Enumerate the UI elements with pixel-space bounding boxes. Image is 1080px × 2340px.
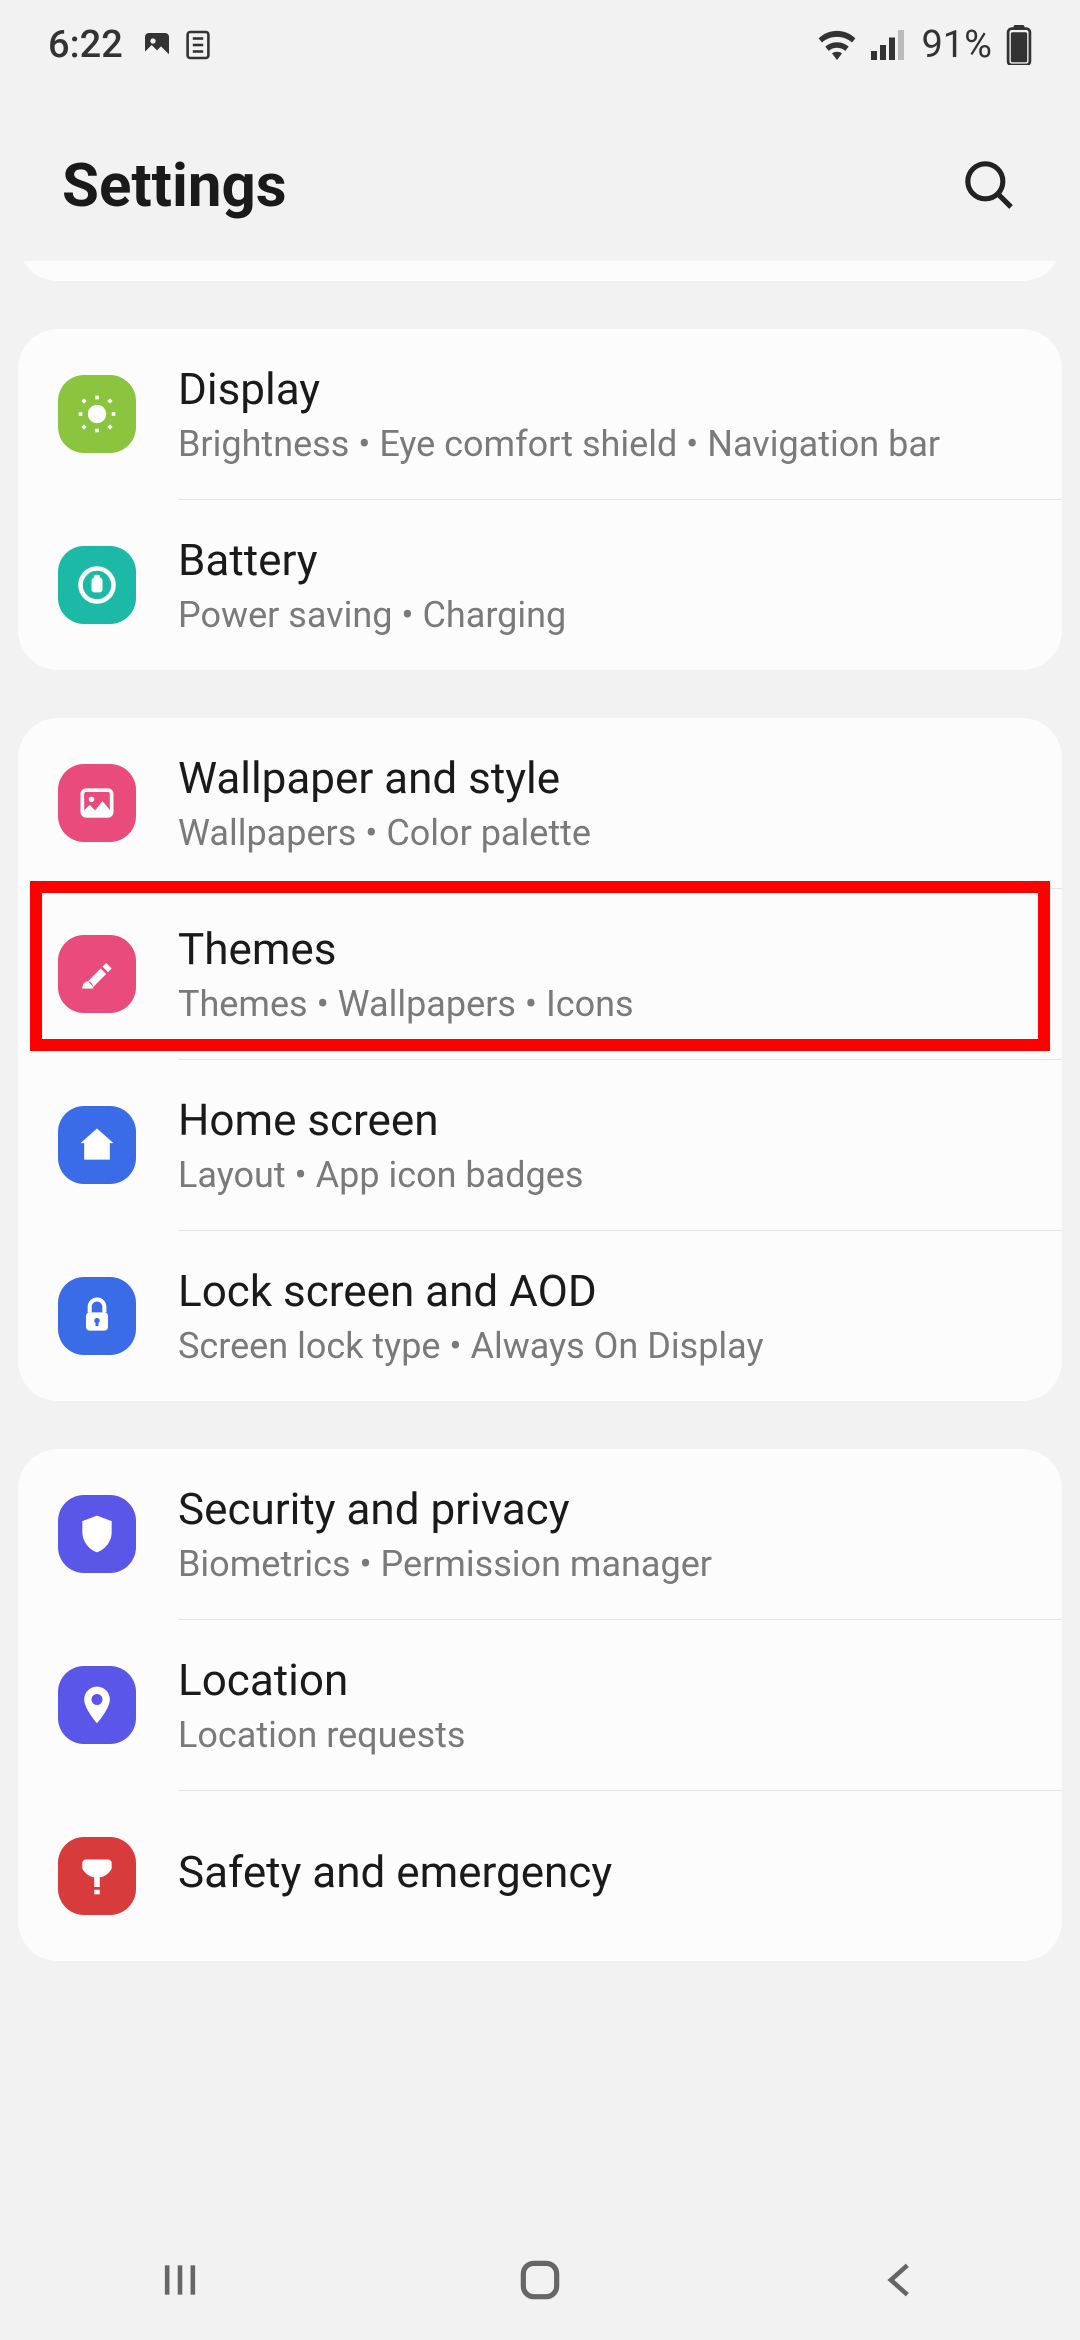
settings-item-themes[interactable]: Themes Themes • Wallpapers • Icons (18, 889, 1062, 1059)
item-subtitle: Screen lock type • Always On Display (178, 1325, 1022, 1367)
home-icon (58, 1106, 136, 1184)
battery-icon (1006, 25, 1032, 65)
item-title: Battery (178, 534, 1022, 586)
item-title: Lock screen and AOD (178, 1265, 1022, 1317)
settings-group: Display Brightness • Eye comfort shield •… (18, 329, 1062, 670)
sun-icon (58, 375, 136, 453)
item-title: Wallpaper and style (178, 752, 1022, 804)
search-icon[interactable] (962, 158, 1018, 214)
phone-icon (58, 1837, 136, 1915)
battery-icon (58, 546, 136, 624)
item-subtitle: Brightness • Eye comfort shield • Naviga… (178, 423, 1022, 465)
settings-item-display[interactable]: Display Brightness • Eye comfort shield •… (18, 329, 1062, 499)
wifi-icon (817, 30, 857, 60)
sim-status-icon (185, 29, 211, 61)
status-bar: 6:22 91% (0, 0, 1080, 90)
home-button[interactable] (510, 2250, 570, 2310)
settings-list[interactable]: NotificationsStatus bar • Do not disturb… (0, 261, 1080, 2211)
page-title: Settings (62, 150, 287, 221)
back-button[interactable] (870, 2250, 930, 2310)
settings-item-lock[interactable]: Lock screen and AOD Screen lock type • Al… (18, 1231, 1062, 1401)
item-subtitle: Location requests (178, 1714, 1022, 1756)
item-title: Themes (178, 923, 1022, 975)
status-time: 6:22 (48, 23, 123, 67)
item-subtitle: Wallpapers • Color palette (178, 812, 1022, 854)
settings-group: Wallpaper and style Wallpapers • Color pa… (18, 718, 1062, 1401)
settings-item-notifications[interactable]: NotificationsStatus bar • Do not disturb (18, 261, 1062, 281)
settings-item-safety[interactable]: Safety and emergency (18, 1791, 1062, 1961)
item-title: Security and privacy (178, 1483, 1022, 1535)
shield-icon (58, 1495, 136, 1573)
item-subtitle: Biometrics • Permission manager (178, 1543, 1022, 1585)
header: Settings (0, 90, 1080, 261)
item-title: Display (178, 363, 1022, 415)
settings-item-wallpaper[interactable]: Wallpaper and style Wallpapers • Color pa… (18, 718, 1062, 888)
settings-item-home[interactable]: Home screen Layout • App icon badges (18, 1060, 1062, 1230)
signal-icon (871, 30, 907, 60)
item-title: Home screen (178, 1094, 1022, 1146)
brush-icon (58, 935, 136, 1013)
navigation-bar (0, 2220, 1080, 2340)
settings-group: NotificationsStatus bar • Do not disturb (18, 261, 1062, 281)
recents-button[interactable] (150, 2250, 210, 2310)
item-title: Location (178, 1654, 1022, 1706)
settings-item-location[interactable]: Location Location requests (18, 1620, 1062, 1790)
pin-icon (58, 1666, 136, 1744)
item-subtitle: Power saving • Charging (178, 594, 1022, 636)
gallery-status-icon (141, 29, 173, 61)
battery-percent: 91% (921, 23, 992, 67)
item-subtitle: Themes • Wallpapers • Icons (178, 983, 1022, 1025)
settings-item-security[interactable]: Security and privacy Biometrics • Permiss… (18, 1449, 1062, 1619)
item-subtitle: Layout • App icon badges (178, 1154, 1022, 1196)
lock-icon (58, 1277, 136, 1355)
settings-item-battery[interactable]: Battery Power saving • Charging (18, 500, 1062, 670)
settings-group: Security and privacy Biometrics • Permiss… (18, 1449, 1062, 1961)
item-title: Safety and emergency (178, 1846, 1022, 1898)
image-icon (58, 764, 136, 842)
